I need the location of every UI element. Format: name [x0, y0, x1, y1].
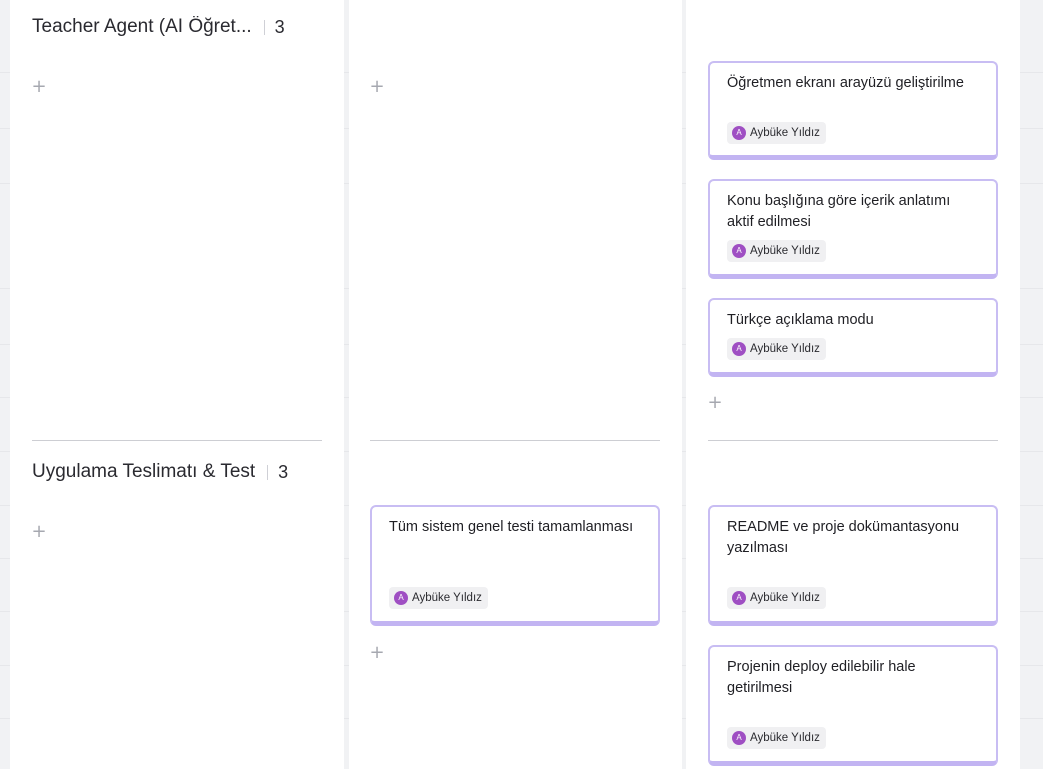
add-task-button[interactable]: + — [369, 644, 385, 662]
board-column-3: Öğretmen ekranı arayüzü geliştirilme A A… — [686, 0, 1020, 769]
assignee-name: Aybüke Yıldız — [750, 245, 820, 257]
avatar: A — [732, 126, 746, 140]
group-count: 3 — [278, 461, 289, 482]
task-card[interactable]: README ve proje dokümantasyonu yazılması… — [708, 505, 998, 626]
assignee-name: Aybüke Yıldız — [750, 343, 820, 355]
add-task-button[interactable]: + — [31, 523, 47, 541]
assignee-chip[interactable]: A Aybüke Yıldız — [727, 338, 826, 360]
group-title: Uygulama Teslimatı & Test — [32, 461, 256, 482]
assignee-chip[interactable]: A Aybüke Yıldız — [727, 587, 826, 609]
group-title: Teacher Agent (AI Öğret... — [32, 16, 252, 37]
group-divider — [708, 440, 998, 441]
task-card-title: Tüm sistem genel testi tamamlanması — [389, 519, 634, 535]
group-header-uygulama-teslimati[interactable]: Uygulama Teslimatı & Test 3 — [32, 461, 288, 483]
assignee-name: Aybüke Yıldız — [750, 127, 820, 139]
assignee-chip[interactable]: A Aybüke Yıldız — [727, 727, 826, 749]
add-task-button[interactable]: + — [369, 78, 385, 96]
avatar: A — [394, 591, 408, 605]
assignee-name: Aybüke Yıldız — [750, 592, 820, 604]
task-card-title: Türkçe açıklama modu — [727, 312, 874, 328]
task-card-title: Konu başlığına göre içerik anlatımı akti… — [727, 193, 951, 230]
group-divider — [370, 440, 660, 441]
group-divider — [32, 440, 322, 441]
assignee-name: Aybüke Yıldız — [750, 732, 820, 744]
group-header-separator — [267, 464, 269, 480]
task-card[interactable]: Tüm sistem genel testi tamamlanması A Ay… — [370, 505, 660, 626]
assignee-name: Aybüke Yıldız — [412, 592, 482, 604]
group-header-teacher-agent[interactable]: Teacher Agent (AI Öğret... 3 — [32, 16, 285, 38]
avatar: A — [732, 731, 746, 745]
task-card[interactable]: Türkçe açıklama modu A Aybüke Yıldız — [708, 298, 998, 377]
task-card-title: README ve proje dokümantasyonu yazılması — [727, 519, 960, 556]
assignee-chip[interactable]: A Aybüke Yıldız — [727, 240, 826, 262]
task-card[interactable]: Öğretmen ekranı arayüzü geliştirilme A A… — [708, 61, 998, 160]
assignee-chip[interactable]: A Aybüke Yıldız — [389, 587, 488, 609]
group-count: 3 — [274, 16, 285, 37]
assignee-chip[interactable]: A Aybüke Yıldız — [727, 122, 826, 144]
avatar: A — [732, 591, 746, 605]
task-card-title: Öğretmen ekranı arayüzü geliştirilme — [727, 75, 964, 91]
avatar: A — [732, 342, 746, 356]
group-header-separator — [263, 19, 265, 35]
board-column-2: + Tüm sistem genel testi tamamlanması A … — [349, 0, 682, 769]
avatar: A — [732, 244, 746, 258]
task-card-title: Projenin deploy edilebilir hale getirilm… — [727, 659, 916, 696]
task-card[interactable]: Projenin deploy edilebilir hale getirilm… — [708, 645, 998, 766]
add-task-button[interactable]: + — [707, 394, 723, 412]
task-card[interactable]: Konu başlığına göre içerik anlatımı akti… — [708, 179, 998, 279]
add-task-button[interactable]: + — [31, 78, 47, 96]
board-column-1: Teacher Agent (AI Öğret... 3 + Uygulama … — [10, 0, 344, 769]
